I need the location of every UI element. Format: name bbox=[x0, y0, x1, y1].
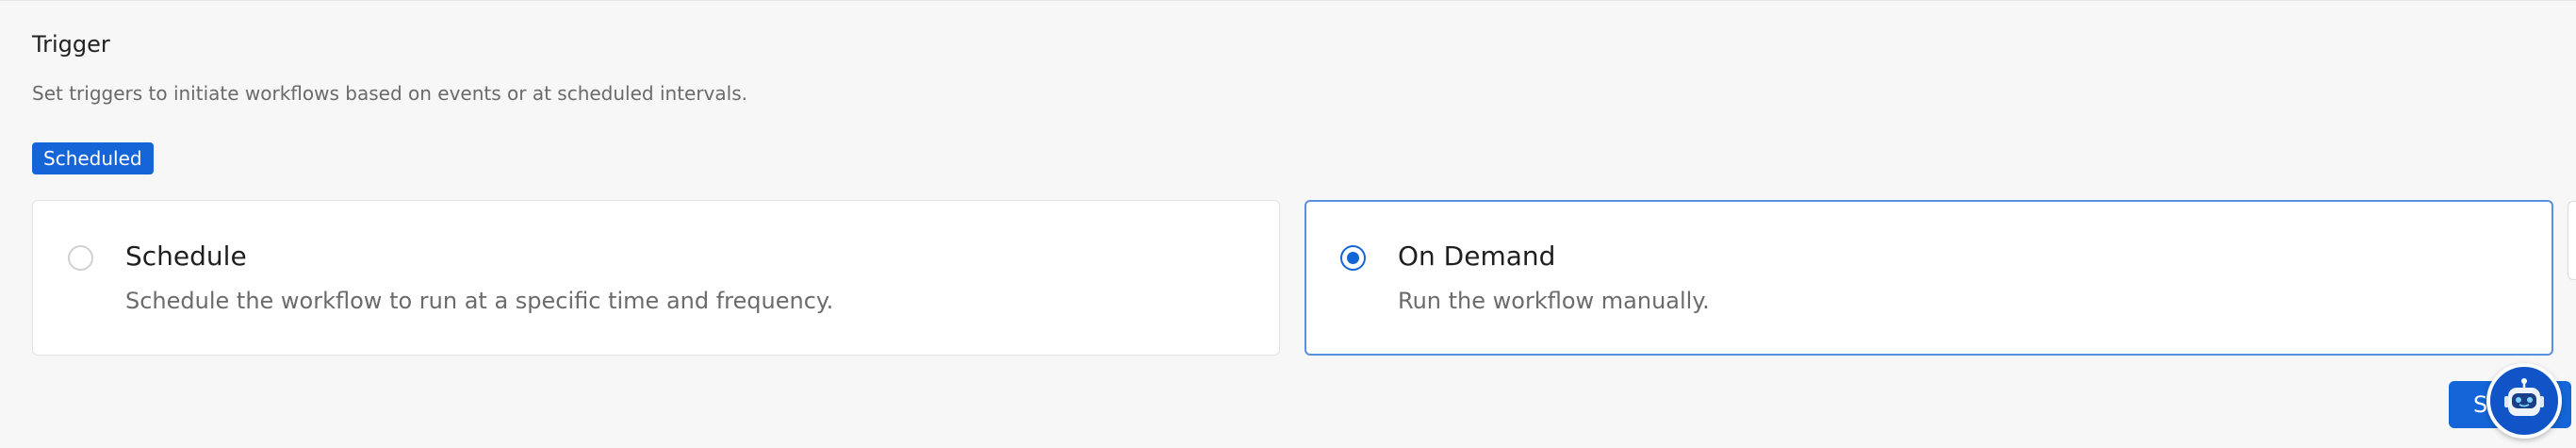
section-description: Set triggers to initiate workflows based… bbox=[32, 82, 747, 105]
side-panel-tab[interactable] bbox=[2568, 201, 2576, 280]
scheduled-tag: Scheduled bbox=[32, 142, 154, 174]
on-demand-option-title: On Demand bbox=[1398, 241, 1556, 272]
schedule-option-title: Schedule bbox=[125, 241, 247, 272]
assistant-bot-button[interactable] bbox=[2486, 363, 2562, 439]
schedule-radio[interactable] bbox=[68, 245, 93, 271]
on-demand-option-description: Run the workflow manually. bbox=[1398, 288, 1710, 314]
on-demand-radio[interactable] bbox=[1340, 245, 1366, 271]
radio-selected-dot bbox=[1347, 252, 1359, 264]
trigger-option-on-demand[interactable]: On Demand Run the workflow manually. bbox=[1304, 200, 2553, 356]
schedule-option-description: Schedule the workflow to run at a specif… bbox=[125, 288, 834, 314]
trigger-option-schedule[interactable]: Schedule Schedule the workflow to run at… bbox=[32, 200, 1280, 356]
robot-icon bbox=[2504, 378, 2544, 416]
section-title: Trigger bbox=[32, 31, 110, 58]
trigger-settings-page: Trigger Set triggers to initiate workflo… bbox=[0, 0, 2576, 448]
